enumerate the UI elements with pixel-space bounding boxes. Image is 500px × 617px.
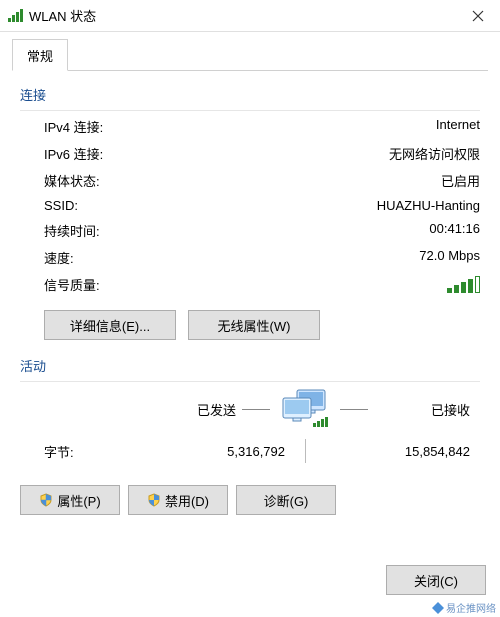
speed-value: 72.0 Mbps bbox=[419, 248, 480, 267]
tab-general[interactable]: 常规 bbox=[12, 39, 68, 71]
speed-label: 速度: bbox=[44, 248, 74, 267]
diagnose-button[interactable]: 诊断(G) bbox=[236, 485, 336, 515]
group-connection-head: 连接 bbox=[20, 85, 480, 104]
row-signal-quality: 信号质量: bbox=[20, 271, 480, 300]
row-ipv6: IPv6 连接: 无网络访问权限 bbox=[20, 140, 480, 167]
duration-label: 持续时间: bbox=[44, 221, 100, 240]
activity-buttons: 属性(P) 禁用(D) 诊断(G) bbox=[20, 485, 480, 515]
footer: 关闭(C) bbox=[386, 565, 486, 595]
ssid-label: SSID: bbox=[44, 198, 78, 213]
shield-icon bbox=[39, 493, 53, 507]
titlebar: WLAN 状态 bbox=[0, 0, 500, 32]
row-media: 媒体状态: 已启用 bbox=[20, 167, 480, 194]
row-duration: 持续时间: 00:41:16 bbox=[20, 217, 480, 244]
bytes-received: 15,854,842 bbox=[325, 444, 470, 459]
group-activity-head: 活动 bbox=[20, 356, 480, 375]
content-area: 常规 连接 IPv4 连接: Internet IPv6 连接: 无网络访问权限… bbox=[0, 32, 500, 523]
received-label: 已接收 bbox=[374, 400, 470, 419]
shield-icon bbox=[147, 493, 161, 507]
duration-value: 00:41:16 bbox=[429, 221, 480, 240]
signal-quality-label: 信号质量: bbox=[44, 275, 100, 296]
ipv4-label: IPv4 连接: bbox=[44, 117, 103, 136]
bytes-sent: 5,316,792 bbox=[140, 444, 285, 459]
bytes-row: 字节: 5,316,792 15,854,842 bbox=[20, 431, 480, 463]
logo-icon bbox=[432, 602, 444, 614]
disable-button[interactable]: 禁用(D) bbox=[128, 485, 228, 515]
tab-strip: 常规 bbox=[12, 38, 488, 71]
group-activity: 活动 已发送 bbox=[20, 356, 480, 515]
media-value: 已启用 bbox=[441, 171, 480, 190]
ipv6-label: IPv6 连接: bbox=[44, 144, 103, 163]
watermark: 易企推网络 bbox=[432, 600, 496, 615]
group-connection: 连接 IPv4 连接: Internet IPv6 连接: 无网络访问权限 媒体… bbox=[20, 85, 480, 340]
connection-buttons: 详细信息(E)... 无线属性(W) bbox=[44, 310, 480, 340]
row-ipv4: IPv4 连接: Internet bbox=[20, 113, 480, 140]
ipv6-value: 无网络访问权限 bbox=[389, 144, 480, 163]
properties-button[interactable]: 属性(P) bbox=[20, 485, 120, 515]
activity-header-row: 已发送 bbox=[20, 384, 480, 431]
watermark-text: 易企推网络 bbox=[446, 600, 496, 615]
details-button[interactable]: 详细信息(E)... bbox=[44, 310, 176, 340]
window-title: WLAN 状态 bbox=[29, 6, 96, 25]
signal-bars-icon bbox=[447, 275, 480, 293]
close-button[interactable]: 关闭(C) bbox=[386, 565, 486, 595]
bytes-label: 字节: bbox=[44, 442, 140, 461]
ssid-value: HUAZHU-Hanting bbox=[377, 198, 480, 213]
close-icon[interactable] bbox=[455, 0, 500, 32]
properties-button-label: 属性(P) bbox=[57, 491, 100, 510]
disable-button-label: 禁用(D) bbox=[165, 491, 209, 510]
row-speed: 速度: 72.0 Mbps bbox=[20, 244, 480, 271]
panel-general: 连接 IPv4 连接: Internet IPv6 连接: 无网络访问权限 媒体… bbox=[12, 73, 488, 523]
signal-quality-bars bbox=[447, 275, 480, 296]
wireless-properties-button[interactable]: 无线属性(W) bbox=[188, 310, 320, 340]
wlan-signal-icon bbox=[8, 9, 23, 22]
ipv4-value: Internet bbox=[436, 117, 480, 136]
sent-label: 已发送 bbox=[140, 400, 236, 419]
bytes-separator bbox=[285, 439, 325, 463]
monitors-icon bbox=[276, 388, 334, 431]
media-label: 媒体状态: bbox=[44, 171, 100, 190]
row-ssid: SSID: HUAZHU-Hanting bbox=[20, 194, 480, 217]
